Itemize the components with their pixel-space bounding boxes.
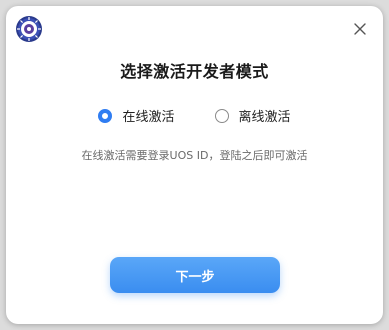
activation-options: 在线激活 离线激活 [6,106,383,125]
radio-offline[interactable] [214,108,229,123]
close-icon [354,23,366,35]
option-offline-activation[interactable]: 离线激活 [214,106,291,125]
next-button-label: 下一步 [175,269,215,285]
radio-online[interactable] [98,108,113,123]
next-button[interactable]: 下一步 [110,257,280,293]
close-button[interactable] [351,20,369,38]
app-logo-icon [15,15,43,43]
activation-hint: 在线激活需要登录UOS ID，登陆之后即可激活 [81,149,308,162]
option-online-label: 在线激活 [122,110,175,125]
developer-mode-dialog: 选择激活开发者模式 在线激活 离线激活 在线激活需要登录UOS ID，登陆之后即… [6,6,383,324]
option-offline-label: 离线激活 [238,110,291,125]
option-online-activation[interactable]: 在线激活 [98,106,175,125]
dialog-title: 选择激活开发者模式 [120,62,269,81]
